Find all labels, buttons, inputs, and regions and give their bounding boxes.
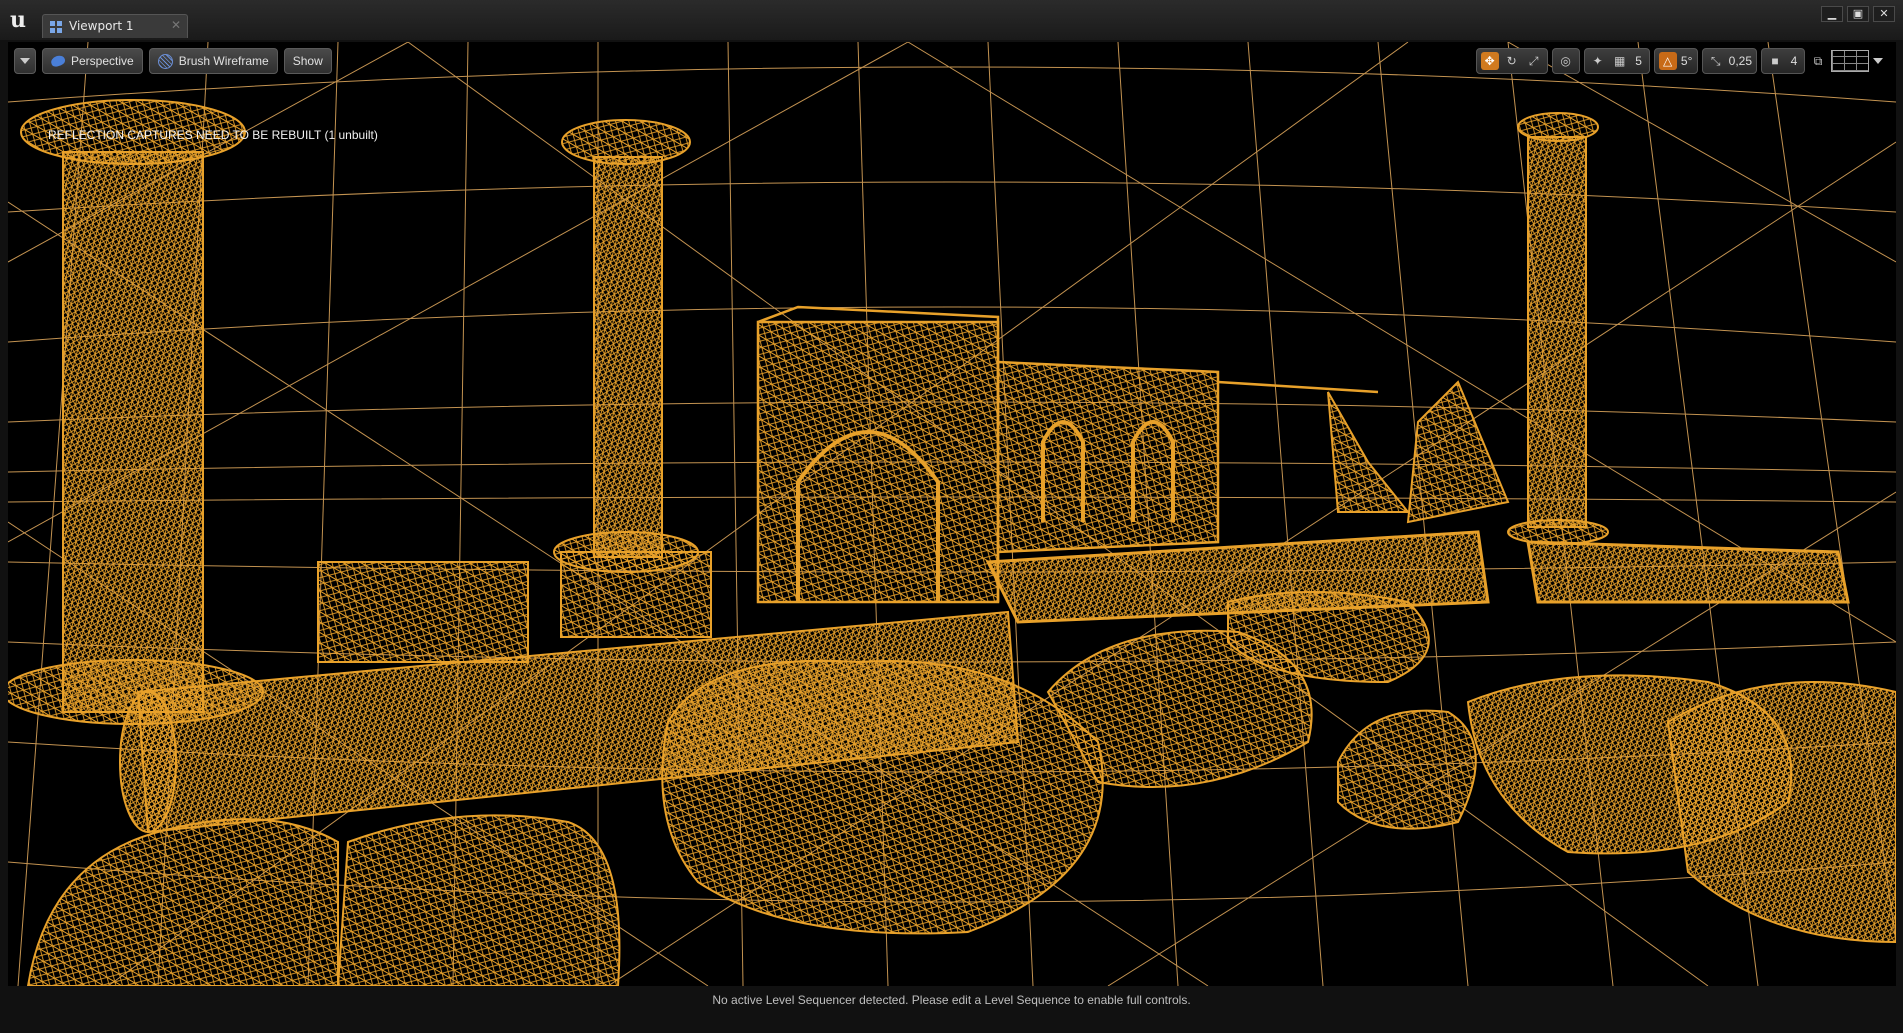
window-controls: ▁ ▣ ✕ — [1821, 6, 1895, 22]
grid-snap-value[interactable]: 5 — [1633, 54, 1645, 68]
coordinate-system-button[interactable]: ◎ — [1551, 48, 1580, 74]
transform-tools: ✥ ↻ ⤢ — [1475, 48, 1548, 74]
camera-icon — [49, 53, 67, 69]
grid-snap-icon[interactable]: ▦ — [1611, 52, 1629, 70]
maximize-button[interactable]: ▣ — [1847, 6, 1869, 22]
view-mode-button[interactable]: Brush Wireframe — [148, 48, 278, 74]
scale-snap-value[interactable]: 0,25 — [1729, 54, 1752, 68]
camera-speed-value[interactable]: 4 — [1788, 54, 1800, 68]
viewport-icon — [50, 21, 62, 33]
tab-label: Viewport 1 — [69, 19, 134, 33]
sequencer-status-text: No active Level Sequencer detected. Plea… — [712, 993, 1191, 1007]
viewport-options-button[interactable] — [14, 48, 36, 74]
close-button[interactable]: ✕ — [1873, 6, 1895, 22]
chevron-down-icon — [20, 58, 30, 64]
camera-speed-icon[interactable]: ■ — [1766, 52, 1784, 70]
title-bar: u Viewport 1 ✕ ▁ ▣ ✕ — [0, 0, 1903, 41]
column-middle — [553, 119, 712, 638]
viewport-toolbar-left: Perspective Brush Wireframe Show — [14, 48, 332, 74]
show-label: Show — [292, 54, 323, 68]
scale-icon[interactable]: ⤢ — [1525, 52, 1543, 70]
perspective-button[interactable]: Perspective — [42, 48, 143, 74]
surface-snap-icon[interactable]: ✦ — [1589, 52, 1607, 70]
unreal-logo-icon: u — [10, 7, 26, 33]
grid-snap-group: ✦ ▦ 5 — [1583, 48, 1650, 74]
rotation-snap-icon[interactable]: △ — [1658, 52, 1677, 70]
perspective-label: Perspective — [71, 54, 134, 68]
minimize-button[interactable]: ▁ — [1821, 6, 1843, 22]
viewport-canvas[interactable] — [8, 42, 1896, 986]
globe-icon: ◎ — [1560, 54, 1571, 68]
translate-icon[interactable]: ✥ — [1480, 52, 1499, 70]
reflection-warning-text: REFLECTION CAPTURES NEED TO BE REBUILT (… — [48, 128, 378, 142]
wireframe-icon — [157, 53, 173, 69]
rotation-snap-value[interactable]: 5° — [1681, 54, 1693, 68]
viewport-layout-button[interactable] — [1831, 50, 1869, 72]
rotation-snap-group: △ 5° — [1653, 48, 1698, 74]
viewport-toolbar-right: ✥ ↻ ⤢ ◎ ✦ ▦ 5 △ 5° ⤡ 0,25 ■ 4 ⧉ — [1475, 48, 1883, 74]
camera-speed-group: ■ 4 — [1761, 48, 1805, 74]
tab-viewport[interactable]: Viewport 1 ✕ — [42, 14, 188, 38]
stairs — [1327, 380, 1510, 524]
cube — [317, 561, 529, 663]
show-button[interactable]: Show — [283, 48, 332, 74]
wireframe-scene — [8, 42, 1896, 986]
maximize-viewport-icon[interactable]: ⧉ — [1809, 52, 1827, 70]
layout-chevron-down-icon[interactable] — [1873, 58, 1883, 64]
scale-snap-group: ⤡ 0,25 — [1701, 48, 1757, 74]
scale-snap-icon[interactable]: ⤡ — [1707, 52, 1725, 70]
column-left — [8, 99, 264, 725]
rotate-icon[interactable]: ↻ — [1503, 52, 1521, 70]
view-mode-label: Brush Wireframe — [178, 54, 269, 68]
tab-close-icon[interactable]: ✕ — [171, 18, 181, 32]
